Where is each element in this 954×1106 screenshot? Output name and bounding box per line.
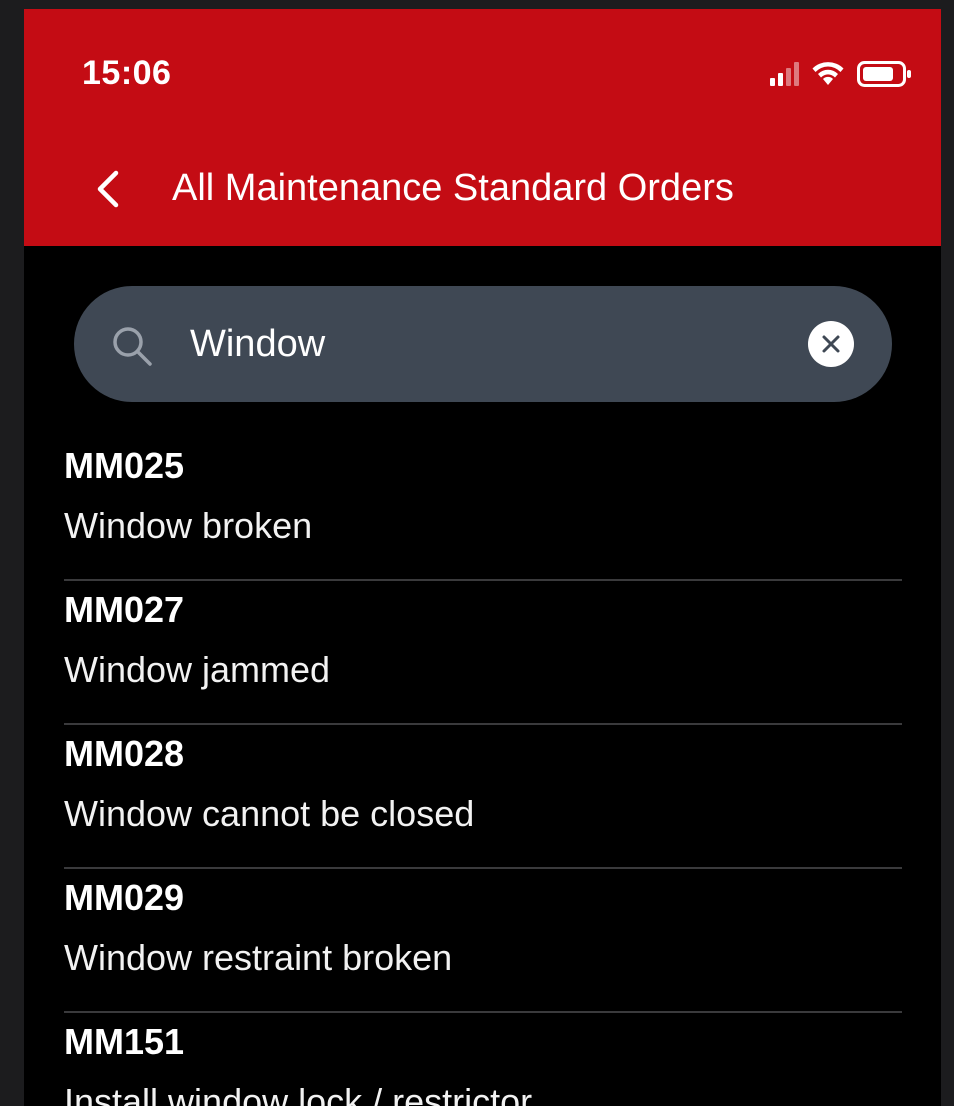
app-header: 15:06 All Maintenance Standard Orders [24,9,941,246]
order-description: Window jammed [64,649,331,690]
order-description: Window restraint broken [64,937,453,978]
order-description: Window cannot be closed [64,793,475,834]
clear-search-button[interactable] [808,321,854,367]
close-icon [822,335,840,353]
wifi-icon [812,62,844,85]
order-description: Install window lock / restrictor [64,1081,533,1106]
search-input[interactable] [190,314,790,374]
app-screen: 15:06 All Maintenance Standard Orders Wi… [24,9,941,1106]
nav-bar: All Maintenance Standard Orders [24,159,941,219]
search-icon [113,327,152,366]
list-item[interactable]: MM029 Window restraint broken [64,869,902,1013]
page-title: All Maintenance Standard Orders [172,167,734,209]
order-code: MM025 [64,445,185,486]
status-time: 15:06 [82,54,172,92]
order-code: MM027 [64,589,185,630]
order-code: MM151 [64,1021,185,1062]
order-code: MM029 [64,877,185,918]
order-code: MM028 [64,733,185,774]
status-icons [770,59,913,89]
chevron-left-icon [97,170,119,208]
search-bar[interactable] [74,286,892,402]
list-item[interactable]: MM151 Install window lock / restrictor [64,1013,902,1106]
cellular-signal-icon [770,62,799,86]
orders-list: MM025 Window broken MM027 Window jammed … [64,437,902,1106]
list-item[interactable]: MM025 Window broken [64,437,902,581]
list-item[interactable]: MM028 Window cannot be closed [64,725,902,869]
back-button[interactable] [86,165,130,213]
list-item[interactable]: MM027 Window jammed [64,581,902,725]
battery-icon [857,61,911,87]
order-description: Window broken [64,505,313,546]
